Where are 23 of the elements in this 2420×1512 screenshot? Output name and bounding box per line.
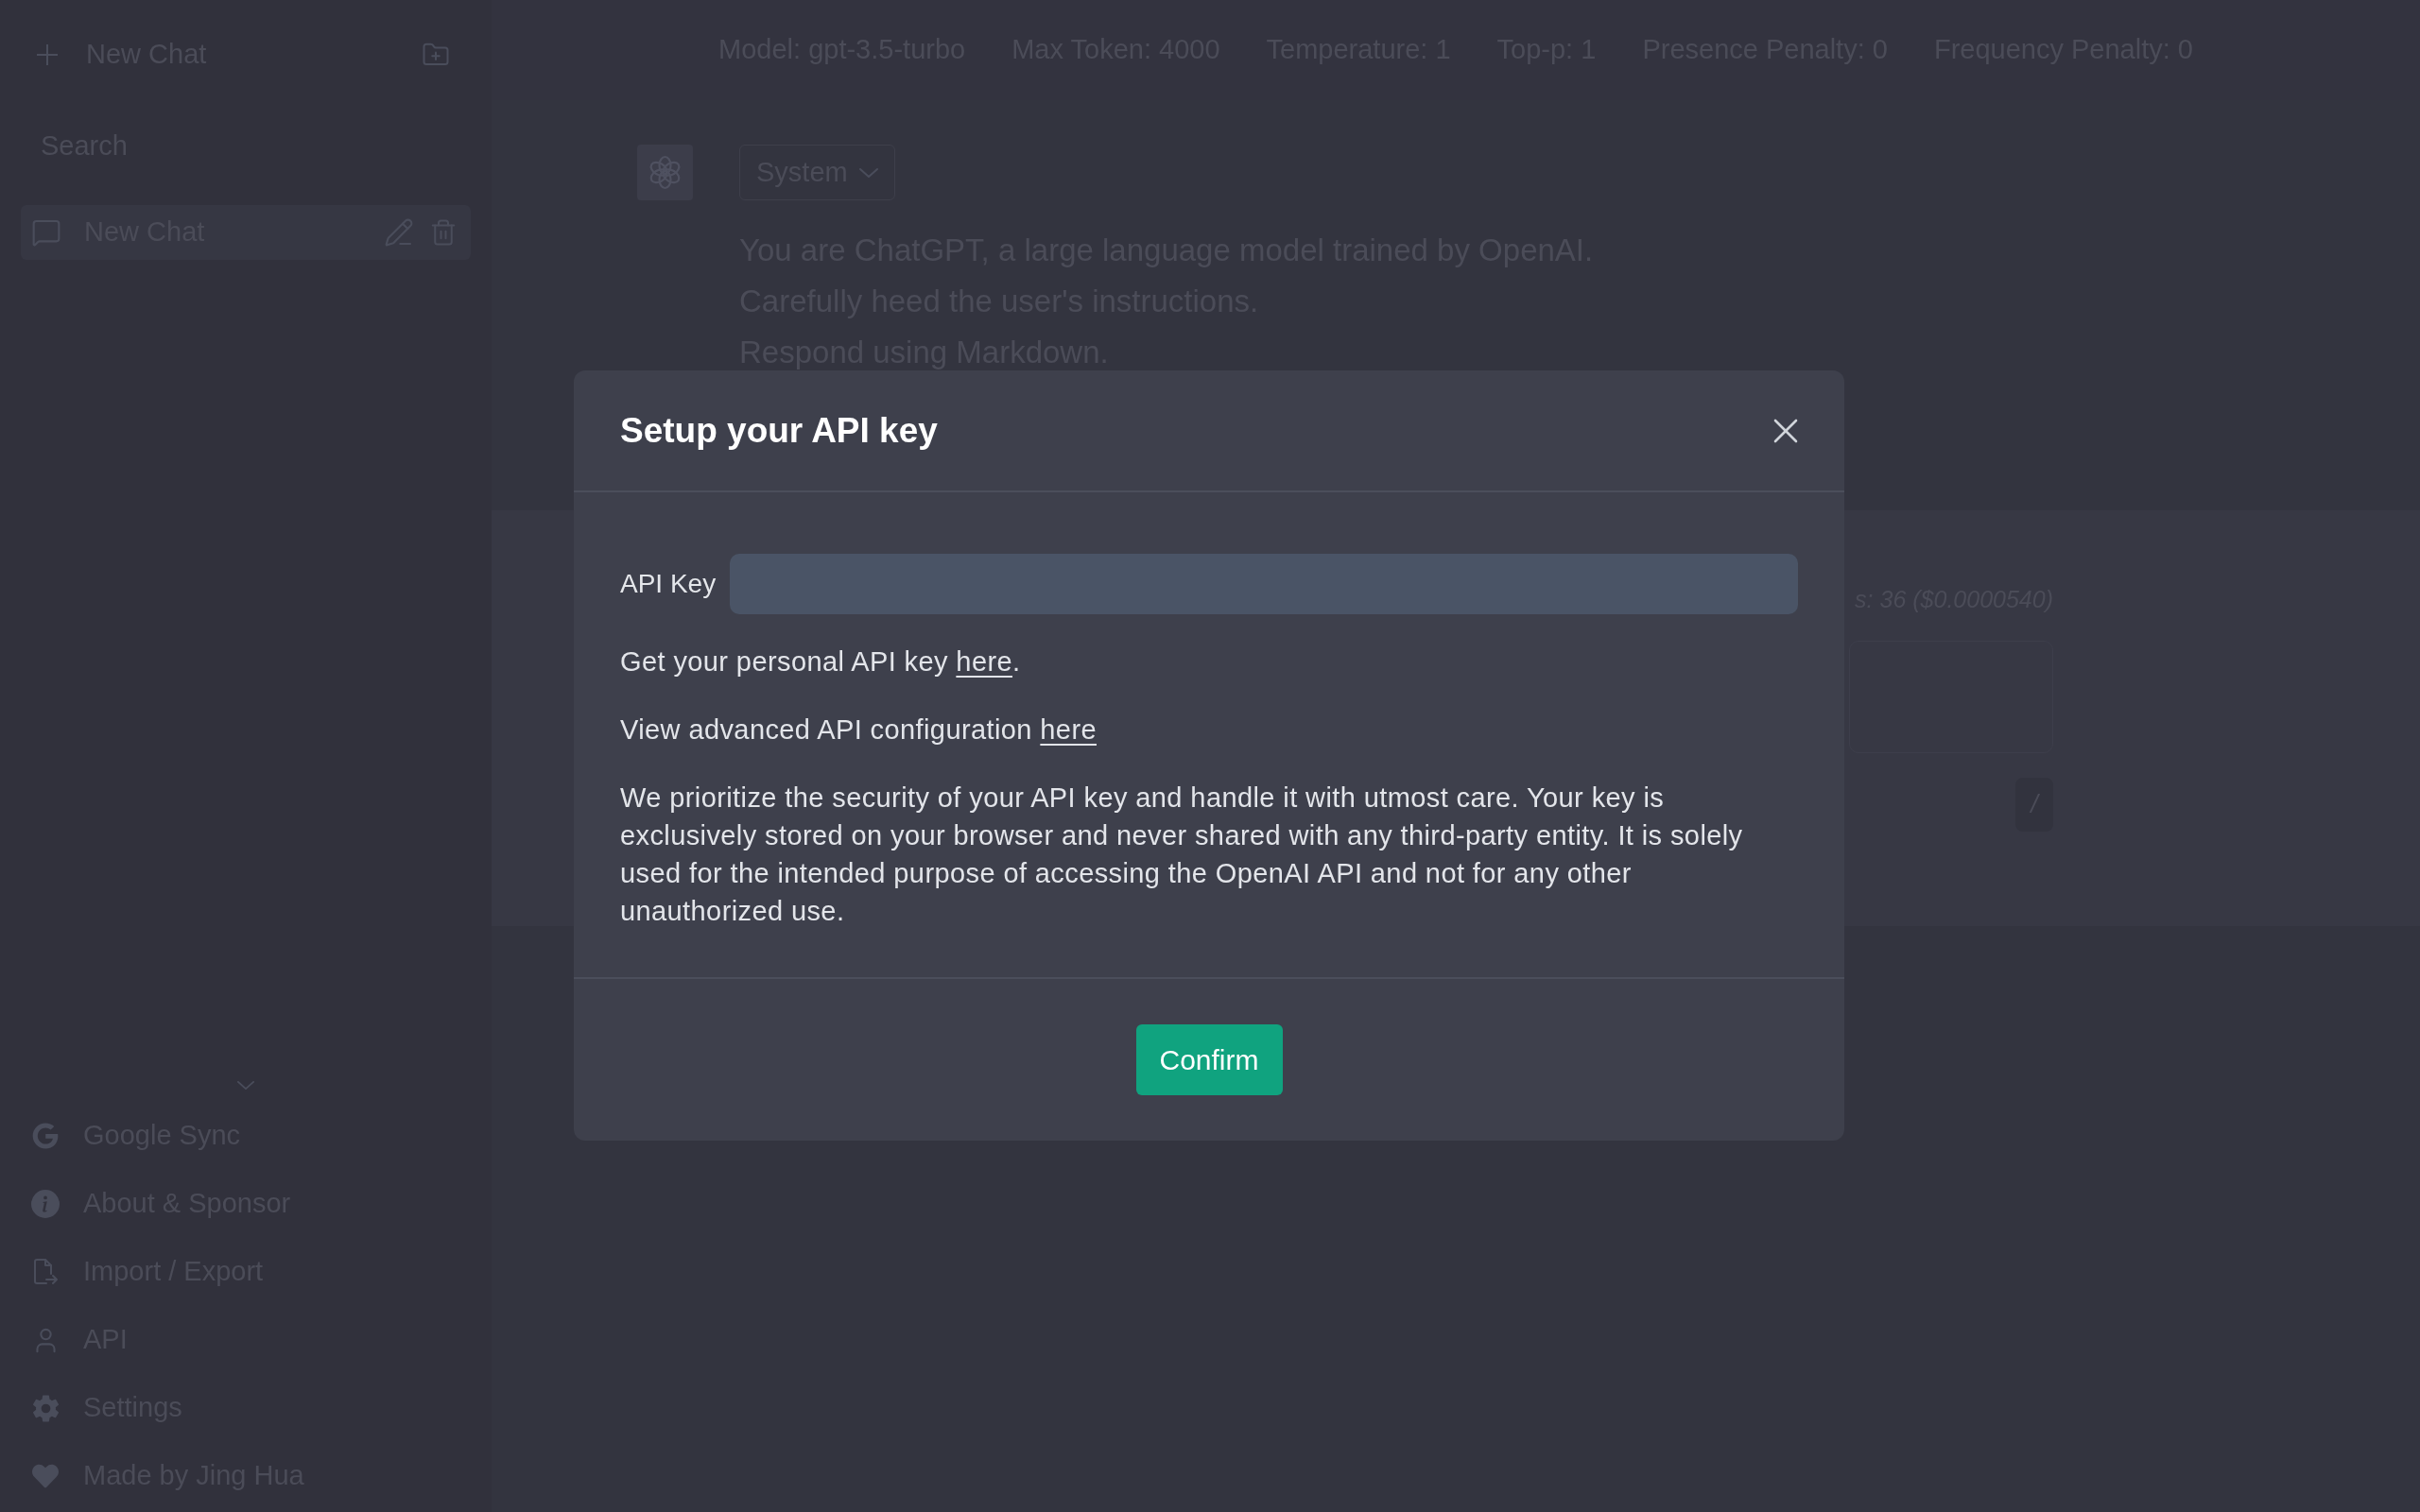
plus-icon — [37, 44, 58, 65]
link-sentence-text: View advanced API configuration here — [620, 713, 1098, 747]
pencil-icon[interactable] — [384, 217, 414, 248]
chat-bubble-icon — [31, 217, 61, 248]
api-key-input[interactable] — [730, 554, 1798, 614]
here-link[interactable]: here — [956, 646, 1012, 677]
chevron-down-icon[interactable] — [237, 1080, 254, 1090]
dialog-title: Setup your API key — [620, 409, 938, 452]
heart-icon — [32, 1463, 59, 1489]
close-icon[interactable] — [1773, 418, 1798, 443]
field-label: API Key — [620, 568, 717, 600]
settings-icon — [30, 1393, 60, 1423]
file-arrow-icon — [33, 1259, 58, 1285]
chevron-down-icon — [858, 167, 878, 178]
info-icon — [31, 1190, 60, 1218]
link-sentence-text: Get your personal API key here. — [620, 645, 1022, 679]
trash-icon[interactable] — [429, 218, 458, 247]
knot-logo-avatar-icon — [637, 145, 693, 200]
here-link[interactable]: here — [1040, 714, 1097, 745]
google-g-icon — [32, 1123, 59, 1149]
confirm-button[interactable]: Confirm — [1135, 1024, 1283, 1095]
command-key-button[interactable]: / — [2015, 778, 2053, 832]
security-notice-text: We prioritize the security of your API key and handle it with utmost care. Your key is exclusively stored on your browser and never shared with any third-party entity. It is solely used for the intended purpose of accessing the OpenAI API and not for any other unauthorized use. — [620, 782, 1744, 928]
